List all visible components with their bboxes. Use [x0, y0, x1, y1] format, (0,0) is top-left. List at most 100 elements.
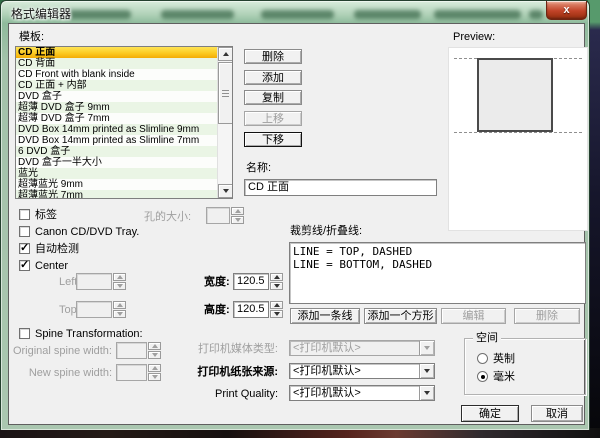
- new-spine-width-input: [116, 364, 147, 381]
- cancel-button[interactable]: 取消: [531, 405, 583, 422]
- spin-up-button[interactable]: [270, 301, 283, 309]
- list-item[interactable]: 蓝光: [16, 168, 217, 179]
- new-spine-width-label: New spine width:: [9, 367, 112, 379]
- list-item[interactable]: DVD Box 14mm printed as Slimline 9mm: [16, 124, 217, 135]
- spine-transformation-checkbox-row[interactable]: Spine Transformation:: [19, 327, 143, 340]
- list-item[interactable]: CD 正面 + 内部: [16, 80, 217, 91]
- template-list-rows: CD 正面 CD 背面 CD Front with blank inside C…: [16, 47, 217, 198]
- dropdown-button[interactable]: [419, 364, 434, 378]
- name-label: 名称:: [246, 162, 271, 174]
- chevron-down-icon: [424, 369, 430, 373]
- crop-line-bottom: [454, 132, 582, 133]
- list-item[interactable]: 超薄蓝光 7mm: [16, 190, 217, 198]
- print-quality-value: <打印机默认>: [290, 386, 419, 400]
- spin-down-button[interactable]: [270, 282, 283, 290]
- list-item[interactable]: DVD 盒子一半大小: [16, 157, 217, 168]
- metric-radio-row[interactable]: 毫米: [477, 370, 515, 383]
- list-item[interactable]: 超薄 DVD 盒子 9mm: [16, 102, 217, 113]
- list-item[interactable]: DVD 盒子: [16, 91, 217, 102]
- list-item[interactable]: CD 背面: [16, 58, 217, 69]
- height-input[interactable]: 120.5: [233, 301, 269, 318]
- spin-up-button: [231, 207, 244, 215]
- scroll-up-button[interactable]: [218, 47, 233, 61]
- template-list[interactable]: CD 正面 CD 背面 CD Front with blank inside C…: [15, 46, 233, 199]
- screen: 格式编辑器 x 模板: CD 正面 CD 背面 CD Front with bl…: [0, 0, 600, 438]
- close-icon: x: [563, 5, 569, 16]
- name-input[interactable]: CD 正面: [244, 179, 437, 196]
- label-checkbox-row[interactable]: 标签: [19, 208, 57, 221]
- printer-paper-source-value: <打印机默认>: [290, 364, 419, 378]
- add-template-button[interactable]: 添加: [244, 70, 302, 85]
- preview-label: Preview:: [453, 31, 495, 43]
- center-label: Center: [35, 260, 68, 272]
- printer-media-type-label: 打印机媒体类型:: [159, 343, 278, 355]
- arrow-down-icon: [235, 218, 241, 222]
- canon-tray-label: Canon CD/DVD Tray.: [35, 226, 139, 238]
- title-bar[interactable]: 格式编辑器 x: [1, 1, 589, 23]
- checkbox-icon: [19, 226, 30, 237]
- height-label: 高度:: [204, 304, 230, 316]
- radio-checked-icon: [477, 371, 488, 382]
- chevron-down-icon: [424, 391, 430, 395]
- arrow-down-icon: [152, 375, 158, 379]
- list-item[interactable]: CD 正面: [16, 47, 217, 58]
- canon-tray-checkbox-row[interactable]: Canon CD/DVD Tray.: [19, 225, 139, 238]
- close-button[interactable]: x: [546, 1, 587, 20]
- list-item[interactable]: 超薄蓝光 9mm: [16, 179, 217, 190]
- list-scrollbar[interactable]: [217, 47, 232, 198]
- window-title: 格式编辑器: [11, 5, 71, 22]
- move-down-button[interactable]: 下移: [244, 132, 302, 147]
- copy-template-button[interactable]: 复制: [244, 90, 302, 105]
- spin-up-button: [113, 301, 126, 309]
- list-item[interactable]: DVD Box 14mm printed as Slimline 7mm: [16, 135, 217, 146]
- checkbox-icon: [19, 209, 30, 220]
- templates-label: 模板:: [19, 31, 44, 43]
- height-stepper[interactable]: 120.5: [233, 301, 283, 318]
- crop-lines-listbox[interactable]: LINE = TOP, DASHED LINE = BOTTOM, DASHED: [289, 242, 586, 304]
- space-units-group: 空间 英制 毫米: [464, 338, 586, 395]
- scrollbar-thumb[interactable]: [218, 62, 233, 124]
- imperial-radio-row[interactable]: 英制: [477, 352, 515, 365]
- width-stepper[interactable]: 120.5: [233, 273, 283, 290]
- arrow-down-icon: [117, 284, 123, 288]
- spin-down-button: [113, 310, 126, 318]
- imperial-label: 英制: [493, 353, 515, 365]
- spin-down-button: [231, 216, 244, 224]
- scroll-down-button[interactable]: [218, 184, 233, 198]
- metric-label: 毫米: [493, 371, 515, 383]
- crop-line-entry[interactable]: LINE = BOTTOM, DASHED: [293, 258, 582, 271]
- arrow-up-icon: [274, 303, 280, 307]
- format-editor-window: 格式编辑器 x 模板: CD 正面 CD 背面 CD Front with bl…: [0, 0, 590, 430]
- list-item[interactable]: 超薄 DVD 盒子 7mm: [16, 113, 217, 124]
- move-up-button: 上移: [244, 111, 302, 126]
- width-input[interactable]: 120.5: [233, 273, 269, 290]
- spin-down-button[interactable]: [270, 310, 283, 318]
- print-quality-select[interactable]: <打印机默认>: [289, 385, 435, 401]
- chevron-down-icon: [424, 346, 430, 350]
- space-group-label: 空间: [473, 332, 501, 344]
- arrow-up-icon: [235, 209, 241, 213]
- add-line-button[interactable]: 添加一条线: [290, 308, 360, 324]
- arrow-down-icon: [117, 312, 123, 316]
- add-square-button[interactable]: 添加一个方形: [364, 308, 437, 324]
- auto-detect-checkbox-row[interactable]: 自动检测: [19, 242, 79, 255]
- list-item[interactable]: CD Front with blank inside: [16, 69, 217, 80]
- printer-paper-source-select[interactable]: <打印机默认>: [289, 363, 435, 379]
- dropdown-button[interactable]: [419, 386, 434, 400]
- hole-size-input: [206, 207, 230, 224]
- width-label: 宽度:: [204, 276, 230, 288]
- delete-template-button[interactable]: 删除: [244, 49, 302, 64]
- ok-button[interactable]: 确定: [461, 405, 519, 422]
- checkbox-icon: [19, 328, 30, 339]
- edit-line-button: 编辑: [441, 308, 506, 324]
- thumb-grip-icon: [222, 90, 229, 97]
- left-input: [76, 273, 112, 290]
- spin-up-button[interactable]: [270, 273, 283, 281]
- center-checkbox-row[interactable]: Center: [19, 259, 68, 272]
- glass-reflection: [434, 10, 521, 19]
- crop-line-entry[interactable]: LINE = TOP, DASHED: [293, 245, 582, 258]
- arrow-down-icon: [274, 312, 280, 316]
- new-spine-width-stepper: [116, 364, 161, 381]
- list-item[interactable]: 6 DVD 盒子: [16, 146, 217, 157]
- hole-size-stepper: [206, 207, 244, 224]
